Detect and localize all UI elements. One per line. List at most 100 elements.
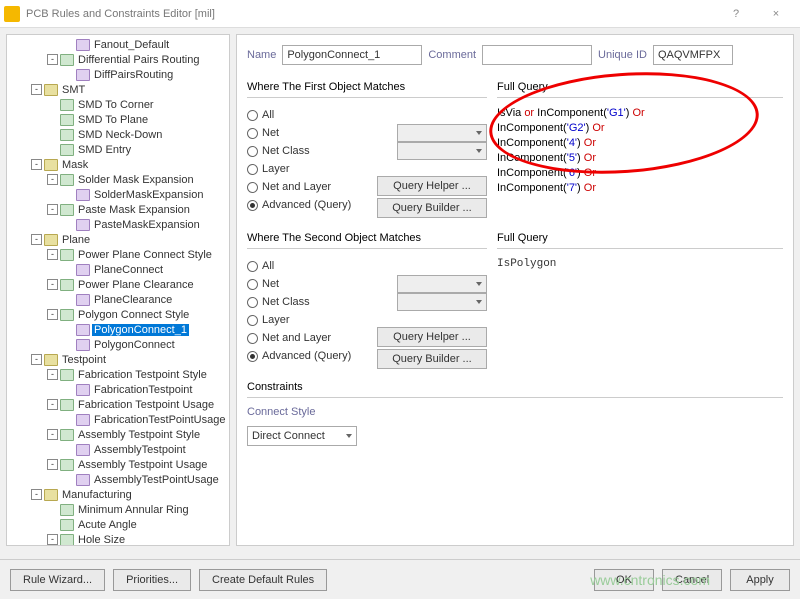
tree-toggle-icon[interactable]: - [47,534,58,545]
tree-node[interactable]: -Mask [7,157,229,172]
tree-toggle-icon[interactable]: - [47,369,58,380]
comment-input[interactable] [482,45,592,65]
match2-option[interactable]: Net Class [247,293,487,311]
tree-node[interactable]: -Fabrication Testpoint Style [7,367,229,382]
tree-node[interactable]: AssemblyTestpoint [7,442,229,457]
tree-label: Power Plane Connect Style [76,249,214,261]
query1-text[interactable]: IsVia or InComponent('G1') OrInComponent… [497,106,783,196]
ok-button[interactable]: OK [594,569,654,591]
tree-node[interactable]: -Solder Mask Expansion [7,172,229,187]
connect-style-select[interactable]: Direct Connect [247,426,357,446]
tree-node[interactable]: Acute Angle [7,517,229,532]
tree-label: PlaneClearance [92,294,174,306]
help-button[interactable]: ? [716,1,756,27]
match-combo[interactable] [397,124,487,142]
tree-node[interactable]: SolderMaskExpansion [7,187,229,202]
tree-label: Polygon Connect Style [76,309,191,321]
cancel-button[interactable]: Cancel [662,569,722,591]
match-combo[interactable] [397,275,487,293]
tree-toggle-icon[interactable]: - [47,174,58,185]
tree-toggle-icon[interactable]: - [31,489,42,500]
tree-node[interactable]: PolygonConnect_1 [7,322,229,337]
tree-label: Acute Angle [76,519,139,531]
folder-icon [44,84,58,96]
tree-node[interactable]: PlaneConnect [7,262,229,277]
query-helper-button[interactable]: Query Helper ... [377,327,487,347]
rule-icon [60,279,74,291]
tree-toggle-icon[interactable]: - [31,84,42,95]
rule-wizard-button[interactable]: Rule Wizard... [10,569,105,591]
tree-node[interactable]: PasteMaskExpansion [7,217,229,232]
radio-icon [247,351,258,362]
tree-toggle-icon[interactable]: - [31,354,42,365]
tree-node[interactable]: Minimum Annular Ring [7,502,229,517]
tree-toggle-icon[interactable]: - [47,429,58,440]
tree-node[interactable]: AssemblyTestPointUsage [7,472,229,487]
rule-tree[interactable]: Fanout_Default-Differential Pairs Routin… [6,34,230,546]
tree-toggle-icon[interactable]: - [31,234,42,245]
tree-node[interactable]: -Fabrication Testpoint Usage [7,397,229,412]
tree-toggle-icon[interactable]: - [47,249,58,260]
tree-toggle-icon[interactable]: - [47,204,58,215]
tree-label: Power Plane Clearance [76,279,196,291]
query2-text[interactable]: IsPolygon [497,257,783,272]
tree-label: PasteMaskExpansion [92,219,202,231]
match-combo[interactable] [397,142,487,160]
query-builder-button[interactable]: Query Builder ... [377,349,487,369]
tree-label: PolygonConnect_1 [92,324,189,336]
tree-node[interactable]: -SMT [7,82,229,97]
tree-toggle-icon[interactable]: - [47,459,58,470]
tree-node[interactable]: -Assembly Testpoint Style [7,427,229,442]
match1-option[interactable]: Net [247,124,487,142]
tree-node[interactable]: - Polygon Connect Style [7,307,229,322]
tree-toggle-icon[interactable]: - [47,279,58,290]
tree-node[interactable]: - Assembly Testpoint Usage [7,457,229,472]
query-builder-button[interactable]: Query Builder ... [377,198,487,218]
match1-option[interactable]: All [247,106,487,124]
tree-node[interactable]: -Paste Mask Expansion [7,202,229,217]
tree-node[interactable]: SMD Entry [7,142,229,157]
match2-option[interactable]: Net [247,275,487,293]
radio-label: All [262,260,274,272]
tree-node[interactable]: -Testpoint [7,352,229,367]
tree-label: Assembly Testpoint Usage [76,459,209,471]
tree-node[interactable]: -Differential Pairs Routing [7,52,229,67]
rule-icon [60,174,74,186]
tree-node[interactable]: SMD To Corner [7,97,229,112]
tree-node[interactable]: FabricationTestPointUsage [7,412,229,427]
tree-node[interactable]: DiffPairsRouting [7,67,229,82]
create-default-rules-button[interactable]: Create Default Rules [199,569,327,591]
folder-icon [44,234,58,246]
query-helper-button[interactable]: Query Helper ... [377,176,487,196]
rule-icon [60,534,74,546]
tree-node[interactable]: - Power Plane Clearance [7,277,229,292]
radio-icon [247,200,258,211]
tree-toggle-icon[interactable]: - [47,54,58,65]
radio-icon [247,110,258,121]
tree-node[interactable]: Fanout_Default [7,37,229,52]
name-input[interactable] [282,45,422,65]
radio-icon [247,333,258,344]
match2-option[interactable]: All [247,257,487,275]
tree-node[interactable]: -Hole Size [7,532,229,546]
tree-toggle-icon[interactable]: - [47,399,58,410]
match1-option[interactable]: Net Class [247,142,487,160]
match-combo[interactable] [397,293,487,311]
tree-node[interactable]: FabricationTestpoint [7,382,229,397]
comment-label: Comment [428,49,476,61]
radio-label: Layer [262,314,290,326]
tree-node[interactable]: PolygonConnect [7,337,229,352]
tree-toggle-icon[interactable]: - [31,159,42,170]
tree-node[interactable]: -Manufacturing [7,487,229,502]
uid-input[interactable] [653,45,733,65]
tree-node[interactable]: - Power Plane Connect Style [7,247,229,262]
tree-node[interactable]: PlaneClearance [7,292,229,307]
tree-node[interactable]: SMD Neck-Down [7,127,229,142]
radio-icon [247,297,258,308]
tree-node[interactable]: -Plane [7,232,229,247]
close-button[interactable]: × [756,1,796,27]
priorities-button[interactable]: Priorities... [113,569,191,591]
apply-button[interactable]: Apply [730,569,790,591]
tree-toggle-icon[interactable]: - [47,309,58,320]
tree-node[interactable]: SMD To Plane [7,112,229,127]
